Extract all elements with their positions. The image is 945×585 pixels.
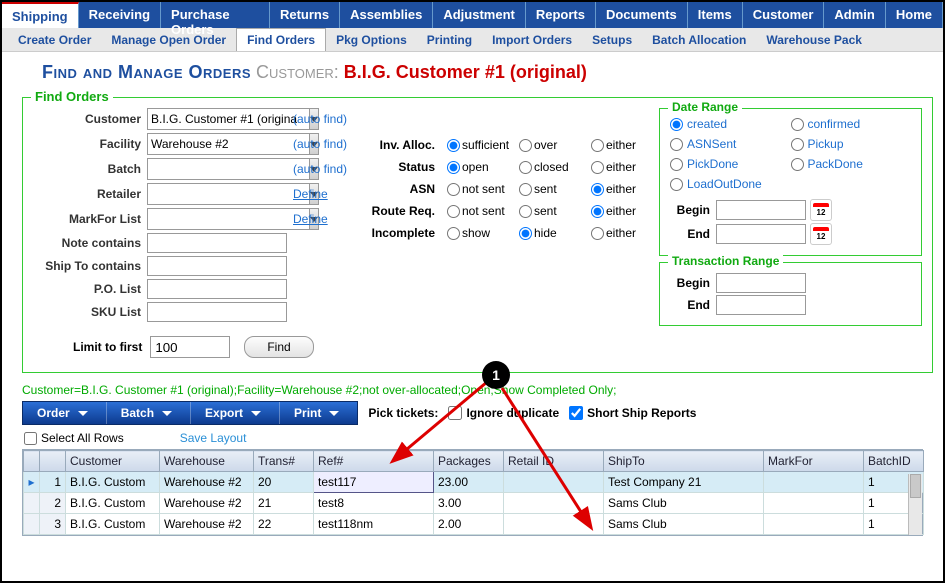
annotation-arrows — [2, 2, 945, 585]
annotation-marker-1: 1 — [482, 361, 510, 389]
